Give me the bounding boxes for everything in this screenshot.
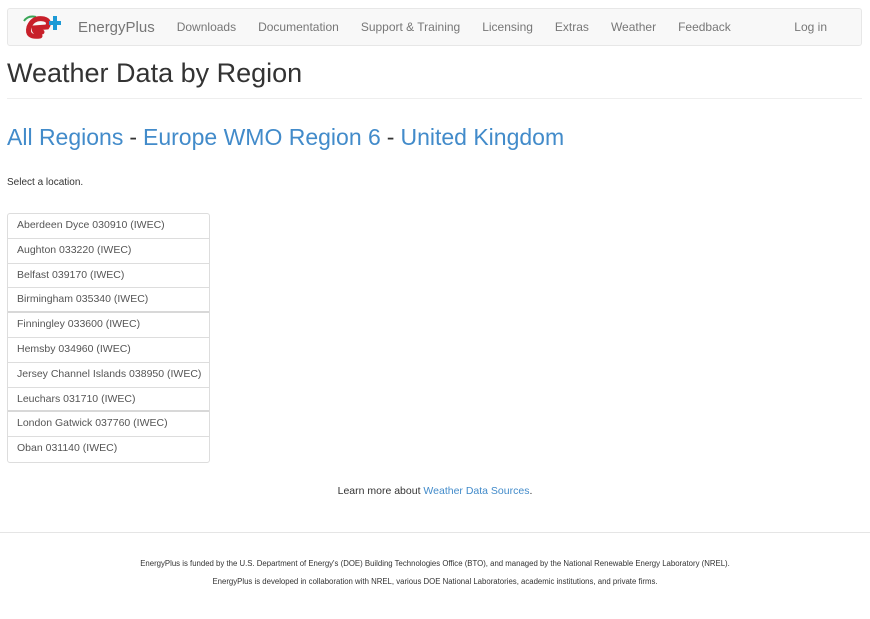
breadcrumb-all-regions[interactable]: All Regions	[7, 124, 123, 150]
location-item[interactable]: Aughton 033220 (IWEC)	[8, 239, 209, 264]
location-item[interactable]: Leuchars 031710 (IWEC)	[8, 388, 209, 413]
page-title: Weather Data by Region	[7, 58, 303, 88]
select-location-hint: Select a location.	[7, 177, 84, 188]
location-item[interactable]: Hemsby 034960 (IWEC)	[8, 338, 209, 363]
nav-feedback[interactable]: Feedback	[667, 9, 742, 45]
location-item[interactable]: Birmingham 035340 (IWEC)	[8, 288, 209, 314]
location-item[interactable]: Jersey Channel Islands 038950 (IWEC)	[8, 363, 209, 388]
learn-more-prefix: Learn more about	[337, 485, 421, 497]
location-item[interactable]: Belfast 039170 (IWEC)	[8, 264, 209, 289]
brand-name: EnergyPlus	[78, 18, 155, 36]
footer-collaboration-text: EnergyPlus is developed in collaboration…	[212, 577, 658, 586]
breadcrumb-united-kingdom[interactable]: United Kingdom	[400, 124, 564, 150]
learn-more: Learn more about Weather Data Sources.	[0, 485, 870, 497]
login-link[interactable]: Log in	[794, 9, 827, 45]
location-item[interactable]: Oban 031140 (IWEC)	[8, 437, 209, 462]
footer-divider	[0, 532, 870, 533]
energyplus-logo-icon	[23, 15, 61, 39]
nav-weather[interactable]: Weather	[600, 9, 667, 45]
title-divider	[7, 98, 862, 99]
brand-link[interactable]: EnergyPlus	[8, 9, 155, 45]
top-navbar: EnergyPlus Downloads Documentation Suppo…	[7, 8, 862, 46]
breadcrumb-europe-wmo-region-6[interactable]: Europe WMO Region 6	[143, 124, 381, 150]
breadcrumb-separator: -	[386, 124, 395, 150]
main-nav: Downloads Documentation Support & Traini…	[166, 9, 742, 45]
location-item[interactable]: London Gatwick 037760 (IWEC)	[8, 412, 209, 438]
location-list: Aberdeen Dyce 030910 (IWEC) Aughton 0332…	[7, 213, 210, 463]
footer-funding-text: EnergyPlus is funded by the U.S. Departm…	[140, 559, 730, 568]
nav-licensing[interactable]: Licensing	[471, 9, 544, 45]
nav-extras[interactable]: Extras	[544, 9, 600, 45]
nav-documentation[interactable]: Documentation	[247, 9, 350, 45]
location-item[interactable]: Aberdeen Dyce 030910 (IWEC)	[8, 214, 209, 239]
location-item[interactable]: Finningley 033600 (IWEC)	[8, 313, 209, 338]
breadcrumb: All Regions - Europe WMO Region 6- United K…	[7, 124, 564, 151]
learn-more-suffix: .	[529, 485, 533, 497]
nav-support-training[interactable]: Support & Training	[350, 9, 471, 45]
weather-data-sources-link[interactable]: Weather Data Sources	[423, 485, 529, 497]
nav-downloads[interactable]: Downloads	[166, 9, 247, 45]
breadcrumb-separator: -	[129, 124, 138, 150]
